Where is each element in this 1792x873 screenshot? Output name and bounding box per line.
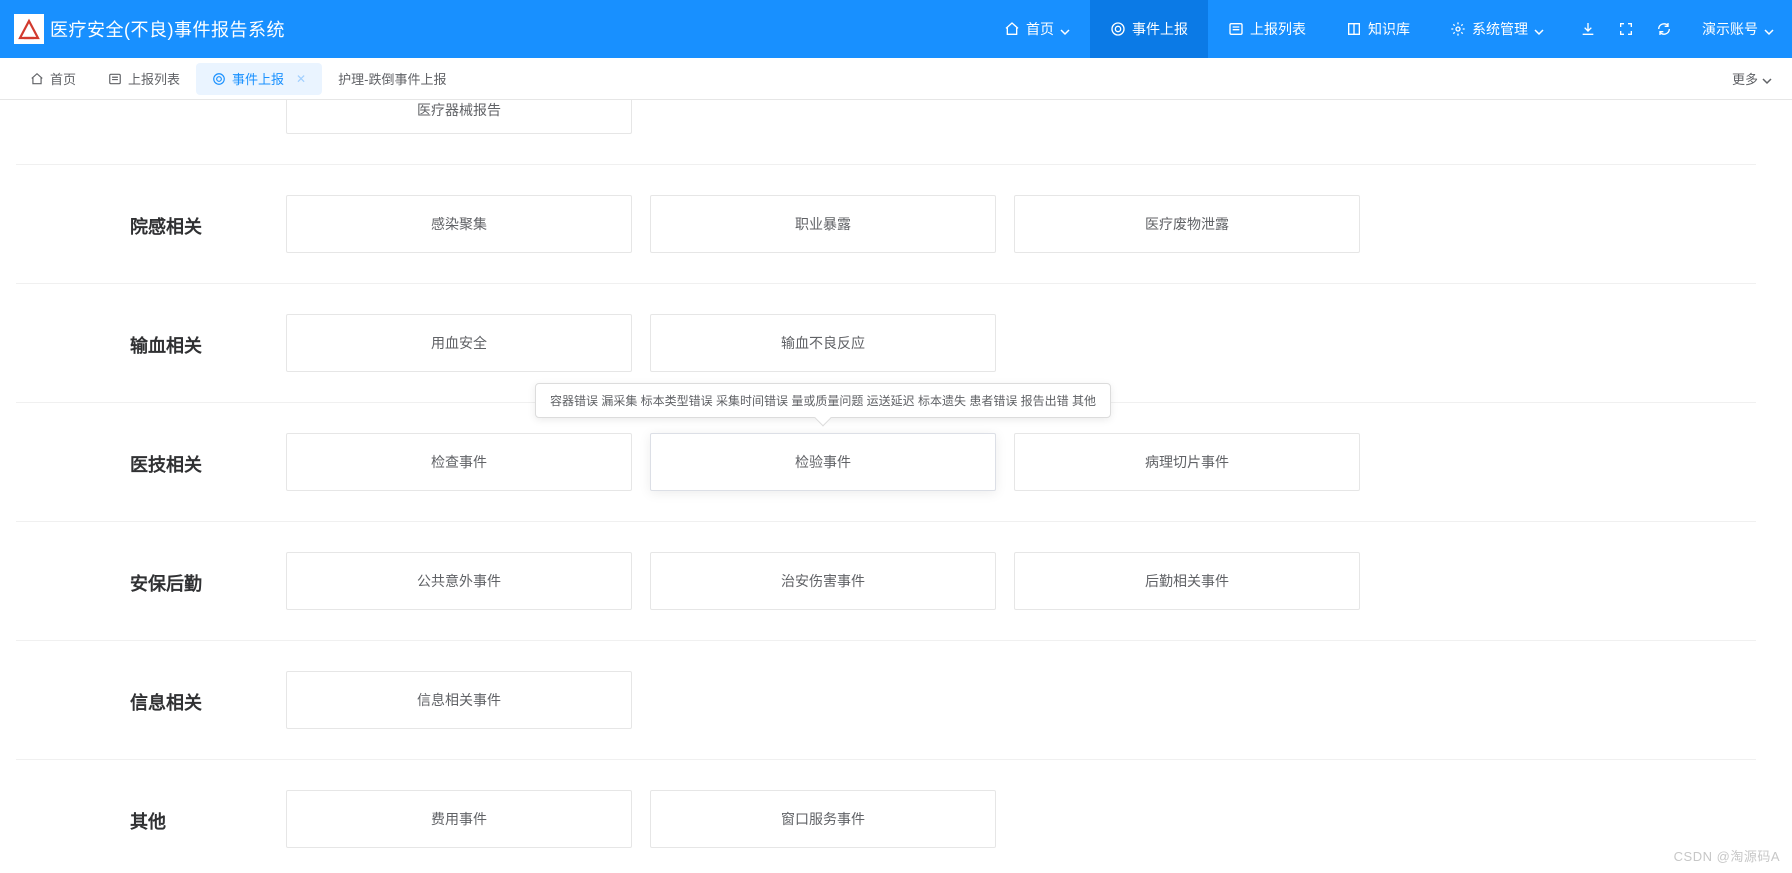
event-type-card[interactable]: 输血不良反应	[650, 314, 996, 372]
nav-system[interactable]: 系统管理	[1430, 0, 1564, 58]
list-icon	[108, 72, 122, 86]
nav-label: 首页	[1026, 19, 1054, 39]
chevron-down-icon	[1060, 24, 1070, 34]
cards-container: 信息相关事件	[286, 671, 632, 759]
cards-container: 费用事件窗口服务事件	[286, 790, 996, 873]
cards-container: 医疗器械报告	[286, 100, 632, 164]
refresh-icon[interactable]	[1656, 21, 1672, 37]
nav-label: 系统管理	[1472, 19, 1528, 39]
nav-label: 上报列表	[1250, 19, 1306, 39]
category-row: 其他费用事件窗口服务事件	[16, 759, 1756, 873]
chevron-down-icon	[1534, 24, 1544, 34]
cards-container: 公共意外事件治安伤害事件后勤相关事件	[286, 552, 1360, 640]
cards-container: 感染聚集职业暴露医疗废物泄露	[286, 195, 1360, 283]
nav-label: 知识库	[1368, 19, 1410, 39]
category-row: 院感相关感染聚集职业暴露医疗废物泄露	[16, 164, 1756, 283]
target-icon	[1110, 21, 1126, 37]
app-title: 医疗安全(不良)事件报告系统	[50, 16, 285, 42]
tab-nursing-fall[interactable]: 护理-跌倒事件上报	[322, 63, 462, 95]
event-type-card[interactable]: 医疗器械报告	[286, 100, 632, 134]
list-icon	[1228, 21, 1244, 37]
download-icon[interactable]	[1580, 21, 1596, 37]
category-label: 其他	[16, 790, 286, 834]
tabs-bar: 首页 上报列表 事件上报 ✕ 护理-跌倒事件上报 更多	[0, 58, 1792, 100]
tab-label: 护理-跌倒事件上报	[338, 69, 446, 88]
category-label: 安保后勤	[16, 552, 286, 596]
category-row: 安保后勤公共意外事件治安伤害事件后勤相关事件	[16, 521, 1756, 640]
event-type-card[interactable]: 检查事件	[286, 433, 632, 491]
category-label: 医技相关	[16, 433, 286, 477]
chevron-down-icon	[1762, 74, 1772, 84]
header-right-icons: 演示账号	[1564, 0, 1774, 58]
home-icon	[1004, 21, 1020, 37]
nav-home[interactable]: 首页	[984, 0, 1090, 58]
tab-label: 事件上报	[232, 69, 284, 88]
nav-event-report[interactable]: 事件上报	[1090, 0, 1208, 58]
tab-event-report[interactable]: 事件上报 ✕	[196, 63, 322, 95]
close-icon[interactable]: ✕	[296, 72, 306, 86]
nav-items: 首页 事件上报 上报列表 知识库 系统管理 演示账号	[984, 0, 1774, 58]
tab-home[interactable]: 首页	[14, 63, 92, 95]
event-type-card[interactable]: 病理切片事件	[1014, 433, 1360, 491]
logo-area: 医疗安全(不良)事件报告系统	[14, 14, 285, 44]
event-type-card[interactable]: 治安伤害事件	[650, 552, 996, 610]
cards-container: 检查事件检验事件容器错误 漏采集 标本类型错误 采集时间错误 量或质量问题 运送…	[286, 433, 1360, 521]
tabs-more-label: 更多	[1732, 69, 1758, 88]
category-label: 院感相关	[16, 195, 286, 239]
event-type-card[interactable]: 费用事件	[286, 790, 632, 848]
book-icon	[1346, 21, 1362, 37]
event-type-card[interactable]: 窗口服务事件	[650, 790, 996, 848]
target-icon	[212, 72, 226, 86]
category-panel: 设备相关医疗器械报告院感相关感染聚集职业暴露医疗废物泄露输血相关用血安全输血不良…	[16, 100, 1776, 873]
event-type-card[interactable]: 公共意外事件	[286, 552, 632, 610]
category-row: 设备相关医疗器械报告	[16, 100, 1756, 164]
top-header: 医疗安全(不良)事件报告系统 首页 事件上报 上报列表 知识库 系统管理	[0, 0, 1792, 58]
tooltip-arrow	[815, 410, 832, 427]
category-row: 医技相关检查事件检验事件容器错误 漏采集 标本类型错误 采集时间错误 量或质量问…	[16, 402, 1756, 521]
home-icon	[30, 72, 44, 86]
category-label: 信息相关	[16, 671, 286, 715]
category-label: 输血相关	[16, 314, 286, 358]
tab-label: 首页	[50, 69, 76, 88]
app-logo	[14, 14, 44, 44]
account-label: 演示账号	[1702, 19, 1758, 39]
category-row: 信息相关信息相关事件	[16, 640, 1756, 759]
event-type-card[interactable]: 感染聚集	[286, 195, 632, 253]
chevron-down-icon	[1764, 24, 1774, 34]
gear-icon	[1450, 21, 1466, 37]
nav-knowledge[interactable]: 知识库	[1326, 0, 1430, 58]
tab-label: 上报列表	[128, 69, 180, 88]
tabs-more-button[interactable]: 更多	[1732, 69, 1772, 88]
event-type-card[interactable]: 检验事件	[650, 433, 996, 491]
event-type-card[interactable]: 信息相关事件	[286, 671, 632, 729]
event-type-card[interactable]: 用血安全	[286, 314, 632, 372]
card-tooltip: 容器错误 漏采集 标本类型错误 采集时间错误 量或质量问题 运送延迟 标本遗失 …	[535, 383, 1111, 418]
nav-label: 事件上报	[1132, 19, 1188, 39]
event-type-card[interactable]: 职业暴露	[650, 195, 996, 253]
account-menu[interactable]: 演示账号	[1694, 19, 1774, 39]
tabs-container: 首页 上报列表 事件上报 ✕ 护理-跌倒事件上报	[14, 58, 462, 99]
tab-report-list[interactable]: 上报列表	[92, 63, 196, 95]
watermark: CSDN @淘源码A	[1674, 846, 1780, 865]
event-type-card[interactable]: 后勤相关事件	[1014, 552, 1360, 610]
fullscreen-icon[interactable]	[1618, 21, 1634, 37]
nav-report-list[interactable]: 上报列表	[1208, 0, 1326, 58]
main-content: 设备相关医疗器械报告院感相关感染聚集职业暴露医疗废物泄露输血相关用血安全输血不良…	[0, 100, 1792, 873]
event-type-card[interactable]: 医疗废物泄露	[1014, 195, 1360, 253]
